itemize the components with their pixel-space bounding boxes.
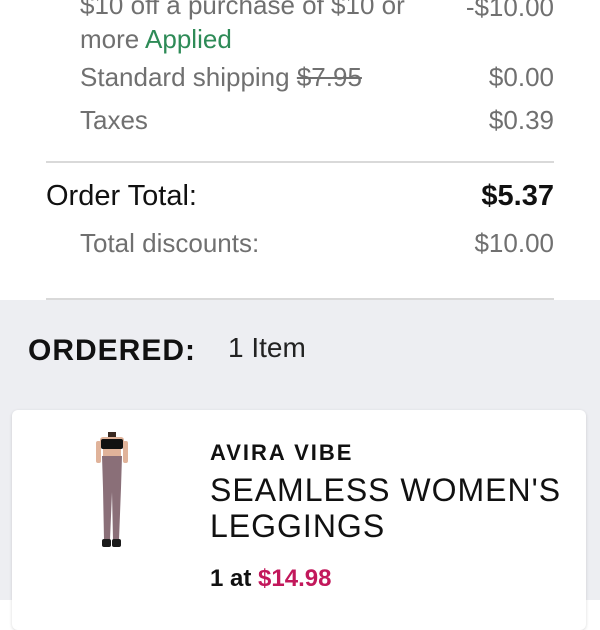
total-discounts-label: Total discounts: (80, 228, 260, 258)
total-discounts-amount: $10.00 (474, 228, 554, 258)
quantity-prefix: 1 at (210, 565, 252, 592)
discount-applied-status: Applied (145, 24, 232, 54)
leggings-product-image (96, 432, 128, 547)
shipping-original-price: $7.95 (296, 62, 362, 92)
product-brand: AVIRA VIBE (210, 440, 354, 465)
total-discounts-row: Total discounts: $10.00 (80, 228, 554, 259)
taxes-row: Taxes $0.39 (80, 105, 554, 136)
discount-amount: -$10.00 (465, 0, 554, 22)
quantity-price-line: 1 at $14.98 (210, 565, 331, 593)
taxes-amount: $0.39 (488, 105, 554, 135)
product-name[interactable]: SEAMLESS WOMEN'S LEGGINGS (210, 472, 570, 544)
shipping-row: Standard shipping $7.95 $0.00 (80, 62, 554, 93)
product-image[interactable] (86, 432, 136, 556)
product-price: $14.98 (258, 565, 332, 592)
ordered-item-count: 1 Item (228, 332, 306, 363)
order-summary: $10 off a purchase of $10 or more Applie… (0, 0, 600, 300)
order-total-row: Order Total: $5.37 (46, 180, 554, 213)
order-total-label: Order Total: (46, 180, 197, 212)
order-total-amount: $5.37 (481, 180, 554, 212)
discount-description: $10 off a purchase of $10 or more (80, 0, 405, 54)
shipping-label: Standard shipping (80, 62, 290, 92)
taxes-label: Taxes (80, 105, 148, 135)
shipping-amount: $0.00 (488, 62, 554, 92)
ordered-label: ORDERED: (28, 334, 197, 367)
discount-row: $10 off a purchase of $10 or more Applie… (80, 0, 554, 56)
summary-divider (46, 161, 554, 163)
